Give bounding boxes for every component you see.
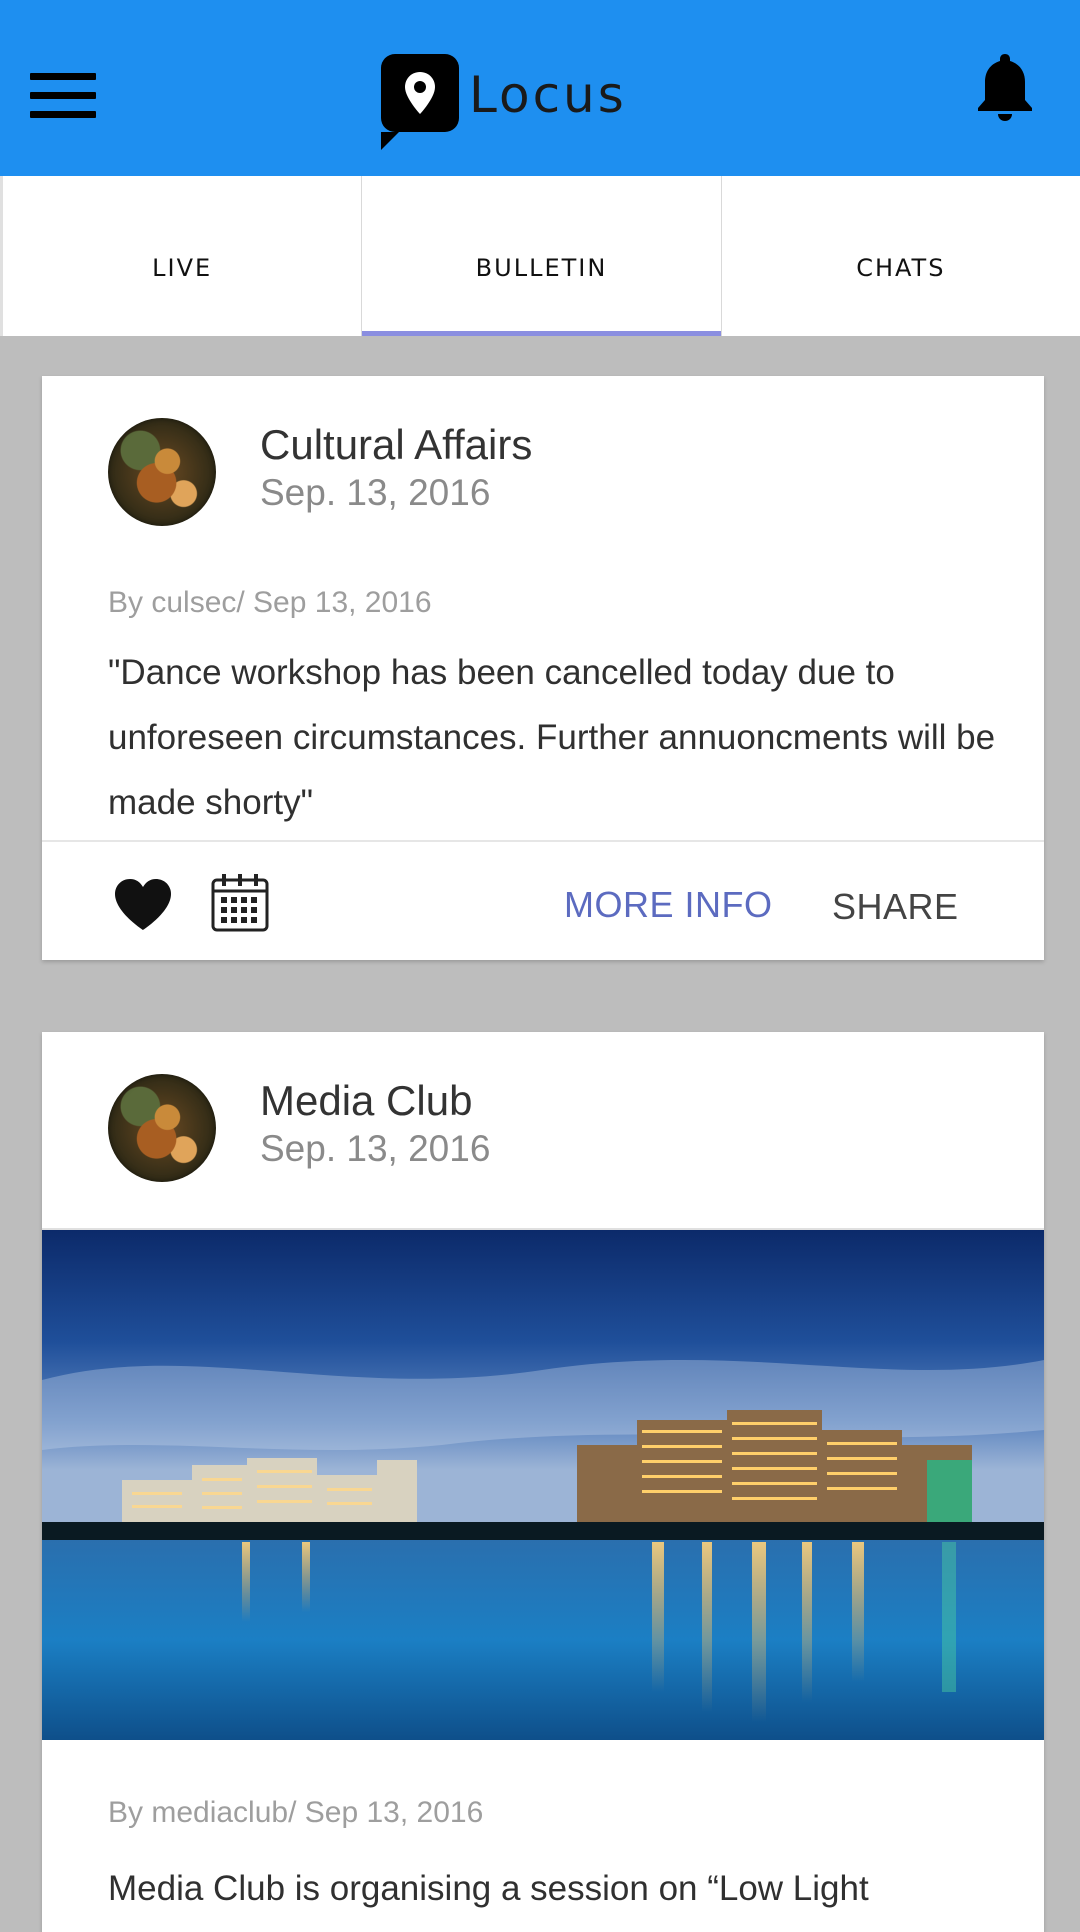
location-pin-icon bbox=[381, 54, 459, 150]
heart-icon[interactable] bbox=[112, 876, 174, 934]
bulletin-card: Cultural Affairs Sep. 13, 2016 By culsec… bbox=[42, 376, 1044, 960]
calendar-icon[interactable] bbox=[210, 872, 270, 934]
app-title: Locus bbox=[469, 66, 627, 124]
card-header: Media Club Sep. 13, 2016 bbox=[108, 1074, 490, 1184]
post-date: Sep. 13, 2016 bbox=[260, 1128, 491, 1169]
hamburger-menu-icon[interactable] bbox=[30, 60, 110, 130]
tab-bulletin-label: BULLETIN bbox=[475, 254, 608, 282]
app-bar: Locus bbox=[0, 0, 1080, 176]
tab-bulletin[interactable]: BULLETIN bbox=[361, 176, 721, 336]
tab-live-label: LIVE bbox=[152, 254, 213, 282]
bell-icon[interactable] bbox=[974, 50, 1036, 122]
post-text: Media Club is organising a session on “L… bbox=[108, 1869, 869, 1908]
post-image[interactable] bbox=[42, 1230, 1044, 1740]
card-actions: MORE INFO SHARE bbox=[42, 840, 1044, 962]
tab-live[interactable]: LIVE bbox=[0, 176, 362, 336]
card-header: Cultural Affairs Sep. 13, 2016 bbox=[108, 418, 532, 528]
tab-bar: LIVE BULLETIN CHATS bbox=[0, 176, 1080, 336]
post-byline: By culsec/ Sep 13, 2016 bbox=[108, 586, 432, 619]
tab-chats-label: CHATS bbox=[856, 254, 946, 282]
avatar[interactable] bbox=[108, 1074, 216, 1182]
post-byline: By mediaclub/ Sep 13, 2016 bbox=[108, 1796, 484, 1829]
org-name[interactable]: Cultural Affairs bbox=[260, 420, 532, 470]
more-info-button[interactable]: MORE INFO bbox=[564, 884, 773, 926]
post-text: "Dance workshop has been cancelled today… bbox=[108, 653, 996, 822]
tab-chats[interactable]: CHATS bbox=[720, 176, 1080, 336]
share-button[interactable]: SHARE bbox=[832, 886, 959, 928]
app-logo: Locus bbox=[381, 54, 627, 154]
bulletin-card: Media Club Sep. 13, 2016 By mediaclub/ S… bbox=[42, 1032, 1044, 1932]
org-name[interactable]: Media Club bbox=[260, 1076, 490, 1126]
avatar[interactable] bbox=[108, 418, 216, 526]
post-date: Sep. 13, 2016 bbox=[260, 472, 491, 513]
